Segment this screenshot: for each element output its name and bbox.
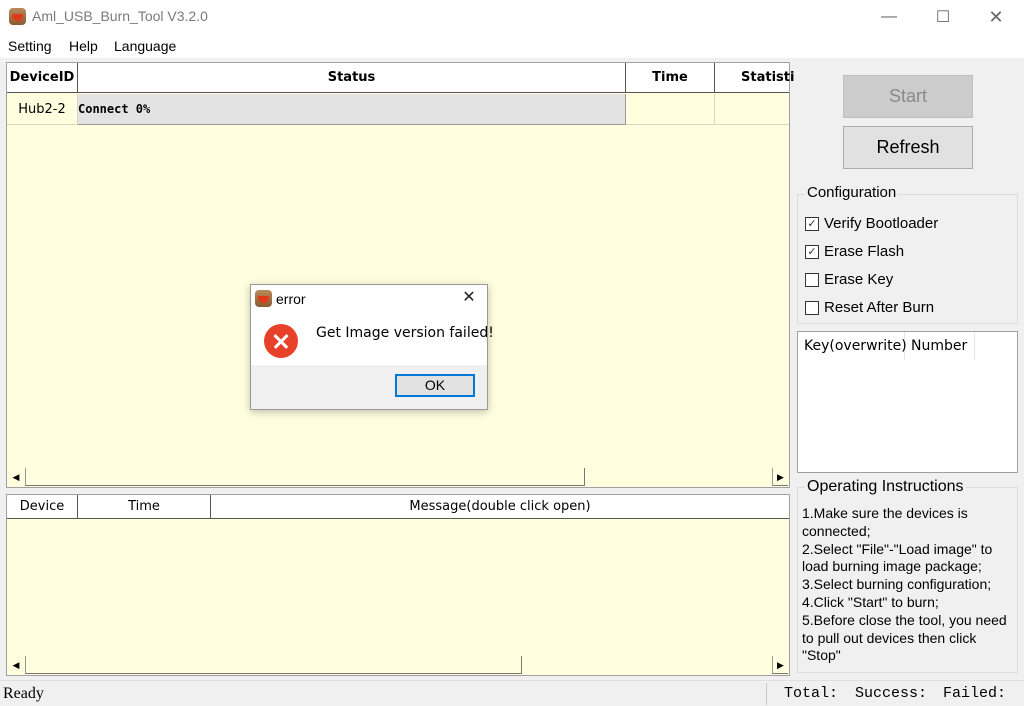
scroll-thumb[interactable] — [25, 656, 522, 674]
status-text: Ready — [3, 685, 44, 702]
menu-language[interactable]: Language — [114, 38, 176, 54]
key-list[interactable]: Key(overwrite) Number — [797, 331, 1018, 473]
checkbox-unchecked-icon[interactable] — [805, 300, 819, 315]
column-header-statistic[interactable]: Statistic — [715, 63, 795, 93]
dialog-message: Get Image version failed! — [316, 325, 494, 341]
message-grid: Device Time Message(double click open) ◀… — [6, 494, 790, 676]
dialog-close-button[interactable]: ✕ — [457, 287, 481, 309]
instructions-text: 1.Make sure the devices is connected; 2.… — [802, 505, 1007, 664]
dialog-title: error — [276, 291, 306, 307]
ok-button[interactable]: OK — [395, 374, 475, 397]
message-grid-header: Device Time Message(double click open) — [7, 495, 789, 519]
menu-bar: Setting Help Language — [0, 34, 1024, 58]
window-title: Aml_USB_Burn_Tool V3.2.0 — [32, 8, 208, 24]
scroll-right-icon[interactable]: ▶ — [772, 656, 788, 674]
start-button[interactable]: Start — [843, 75, 973, 118]
device-grid-header: DeviceID Status Time Statistic — [7, 63, 795, 93]
option-label: Erase Flash — [824, 243, 905, 260]
status-divider — [766, 683, 767, 705]
column-header-msg-time[interactable]: Time — [78, 495, 211, 519]
column-header-deviceid[interactable]: DeviceID — [7, 63, 78, 93]
scroll-left-icon[interactable]: ◀ — [8, 468, 24, 486]
error-dialog: error ✕ Get Image version failed! OK — [250, 284, 494, 410]
failed-label: Failed: — [943, 685, 1007, 702]
option-label: Reset After Burn — [824, 299, 935, 316]
checkbox-checked-icon[interactable]: ✓ — [805, 244, 819, 259]
column-header-number[interactable]: Number — [905, 332, 975, 360]
column-header-time[interactable]: Time — [626, 63, 715, 93]
success-label: Success: — [855, 685, 928, 702]
option-verify-bootloader[interactable]: ✓ Verify Bootloader — [805, 215, 938, 232]
app-icon — [9, 8, 26, 25]
device-row[interactable]: Hub2-2 Connect 0% — [7, 94, 789, 125]
refresh-button[interactable]: Refresh — [843, 126, 973, 169]
configuration-title: Configuration — [805, 184, 899, 201]
checkbox-checked-icon[interactable]: ✓ — [805, 216, 819, 231]
scroll-left-icon[interactable]: ◀ — [8, 656, 24, 674]
column-header-message[interactable]: Message(double click open) — [211, 495, 789, 519]
total-label: Total: — [784, 685, 839, 702]
option-reset-after-burn[interactable]: Reset After Burn — [805, 299, 934, 316]
column-header-key[interactable]: Key(overwrite) — [798, 332, 907, 360]
device-id-cell: Hub2-2 — [7, 94, 78, 125]
option-erase-key[interactable]: Erase Key — [805, 271, 893, 288]
maximize-button[interactable]: ☐ — [920, 0, 966, 34]
menu-help[interactable]: Help — [69, 38, 98, 54]
scroll-right-icon[interactable]: ▶ — [772, 468, 788, 486]
dialog-footer: OK — [251, 365, 487, 409]
option-erase-flash[interactable]: ✓ Erase Flash — [805, 243, 904, 260]
menu-setting[interactable]: Setting — [8, 38, 52, 54]
column-header-status[interactable]: Status — [78, 63, 626, 93]
dialog-app-icon — [255, 290, 272, 307]
message-grid-hscrollbar[interactable]: ◀ ▶ — [8, 656, 788, 674]
close-button[interactable]: ✕ — [973, 0, 1019, 34]
device-grid: DeviceID Status Time Statistic Hub2-2 Co… — [6, 62, 795, 488]
title-bar: Aml_USB_Burn_Tool V3.2.0 — ☐ ✕ — [0, 0, 1024, 34]
minimize-button[interactable]: — — [866, 0, 912, 34]
option-label: Verify Bootloader — [824, 215, 939, 232]
status-progress-cell: Connect 0% — [78, 94, 626, 125]
device-grid-hscrollbar[interactable]: ◀ ▶ — [8, 468, 788, 486]
scroll-thumb[interactable] — [25, 468, 585, 486]
checkbox-unchecked-icon[interactable] — [805, 272, 819, 287]
column-header-device[interactable]: Device — [7, 495, 78, 519]
option-label: Erase Key — [824, 271, 894, 288]
error-icon — [264, 324, 298, 358]
time-cell — [626, 94, 715, 125]
statistic-cell — [715, 94, 789, 125]
instructions-title: Operating Instructions — [805, 478, 966, 496]
